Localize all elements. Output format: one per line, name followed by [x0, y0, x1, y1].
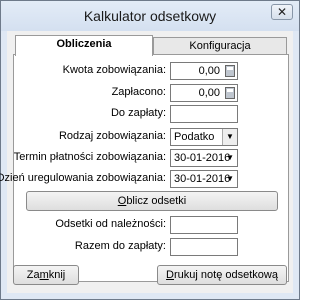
close-button[interactable]: ✕ — [271, 4, 293, 20]
zaplacono-value: 0,00 — [198, 87, 220, 99]
dzien-datepicker[interactable]: 30-01-2016 ▼ — [170, 170, 238, 188]
rodzaj-label: Rodzaj zobowiązania: — [58, 130, 166, 142]
tab-konfiguracja[interactable]: Konfiguracja — [153, 37, 287, 55]
termin-value: 30-01-2016 — [174, 152, 231, 164]
dzien-value: 30-01-2016 — [174, 173, 231, 185]
zamknij-accel: m — [39, 269, 49, 281]
dzien-label: Dzień uregulowania zobowiązania: — [0, 172, 166, 184]
do-zaplaty-label: Do zapłaty: — [110, 107, 166, 119]
client-area: Obliczenia Konfiguracja Kwota zobowiązan… — [0, 31, 293, 293]
tab-strip: Obliczenia Konfiguracja — [13, 35, 289, 56]
zaplacono-label: Zapłacono: — [111, 86, 166, 98]
razem-field — [170, 238, 238, 256]
kwota-label: Kwota zobowiązania: — [62, 64, 166, 76]
chevron-down-icon[interactable]: ▼ — [226, 150, 234, 166]
tab-obliczenia[interactable]: Obliczenia — [15, 35, 153, 56]
termin-datepicker[interactable]: 30-01-2016 ▼ — [170, 149, 238, 167]
window-title: Kalkulator odsetkowy — [83, 8, 217, 24]
zamknij-label-post: knij — [48, 269, 66, 281]
odsetki-field — [170, 216, 238, 234]
chevron-down-icon[interactable]: ▼ — [222, 129, 237, 145]
drukuj-note-button[interactable]: Drukuj notę odsetkową — [157, 265, 287, 285]
zamknij-button[interactable]: Zamknij — [13, 265, 79, 285]
calculator-icon[interactable] — [225, 65, 235, 77]
odsetki-label: Odsetki od należności: — [55, 218, 166, 230]
drukuj-label: rukuj notę odsetkową — [174, 269, 278, 281]
razem-label: Razem do zapłaty: — [74, 240, 166, 252]
kwota-value: 0,00 — [198, 65, 220, 77]
oblicz-label: blicz odsetki — [126, 195, 187, 207]
zamknij-label-pre: Za — [26, 269, 40, 281]
drukuj-accel: D — [166, 269, 174, 281]
close-icon: ✕ — [276, 5, 288, 19]
title-bar[interactable]: Kalkulator odsetkowy ✕ — [1, 1, 299, 31]
calculator-icon[interactable] — [225, 87, 235, 99]
tab-panel-obliczenia: Kwota zobowiązania: 0,00 Zapłacono: 0,00… — [0, 54, 289, 282]
kwota-field[interactable]: 0,00 — [170, 62, 238, 80]
oblicz-odsetki-button[interactable]: Oblicz odsetki — [26, 191, 278, 211]
rodzaj-select[interactable]: Podatko ▼ — [170, 128, 238, 146]
app-window: Kalkulator odsetkowy ✕ Obliczenia Konfig… — [0, 0, 300, 300]
do-zaplaty-field — [170, 105, 238, 123]
termin-label: Termin płatności zobowiązania: — [13, 151, 166, 163]
zaplacono-field[interactable]: 0,00 — [170, 84, 238, 102]
rodzaj-value: Podatko — [174, 131, 215, 143]
chevron-down-icon[interactable]: ▼ — [226, 171, 234, 187]
